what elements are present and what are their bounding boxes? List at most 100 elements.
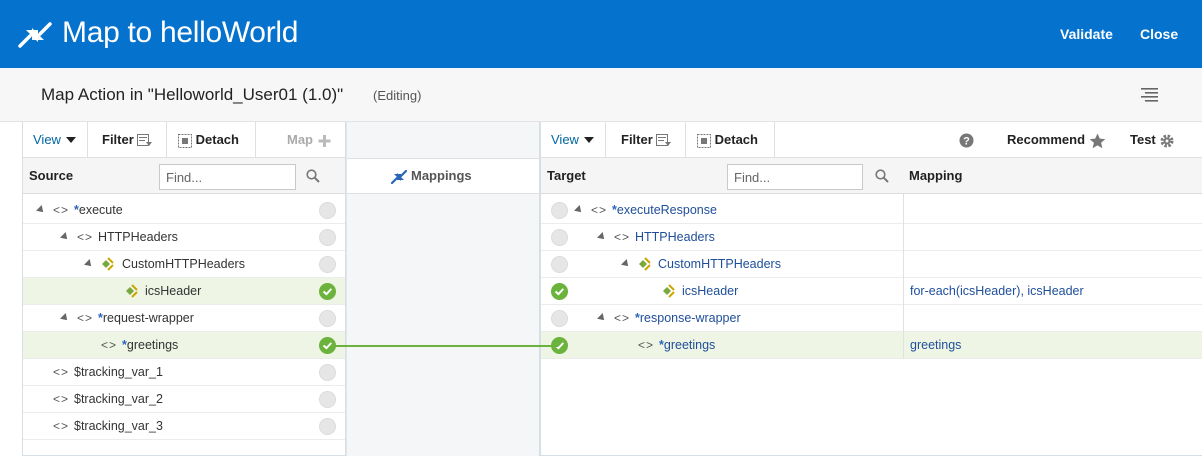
mappings-label: Mappings bbox=[411, 168, 472, 183]
unmapped-status-icon bbox=[319, 202, 336, 219]
unmapped-status-icon bbox=[319, 229, 336, 246]
chevron-down-icon bbox=[65, 137, 76, 143]
tree-row-executeresponse[interactable]: <> *executeResponse bbox=[541, 197, 1202, 224]
tree-row-label: CustomHTTPHeaders bbox=[122, 257, 245, 271]
tree-row-greetings[interactable]: <> *greetings greetings bbox=[541, 332, 1202, 359]
source-map-button[interactable]: Map bbox=[287, 122, 333, 158]
expand-triangle-icon[interactable] bbox=[36, 205, 46, 215]
element-tag-icon: <> bbox=[614, 230, 631, 244]
tree-row-httpheaders[interactable]: <> HTTPHeaders bbox=[23, 224, 345, 251]
expand-triangle-icon[interactable] bbox=[574, 205, 584, 215]
tree-row-label: greetings bbox=[663, 338, 716, 352]
mapped-check-icon bbox=[319, 283, 336, 300]
test-button[interactable]: Test bbox=[1130, 122, 1175, 158]
tree-row-label: executeResponse bbox=[616, 203, 717, 217]
mapping-cell[interactable]: for-each(icsHeader), icsHeader bbox=[903, 278, 1202, 305]
repeating-element-icon bbox=[663, 284, 675, 298]
target-find-input[interactable] bbox=[727, 164, 863, 190]
tree-row-tracking-var-1[interactable]: <> $tracking_var_1 bbox=[23, 359, 345, 386]
search-icon[interactable] bbox=[875, 169, 889, 183]
tree-row-label: CustomHTTPHeaders bbox=[658, 257, 781, 271]
filter-icon bbox=[137, 133, 153, 146]
map-label: Map bbox=[287, 132, 313, 147]
recommend-button[interactable]: Recommend bbox=[1007, 122, 1106, 158]
tree-row-tracking-var-3[interactable]: <> $tracking_var_3 bbox=[23, 413, 345, 440]
validate-button[interactable]: Validate bbox=[1060, 26, 1113, 42]
editing-status: (Editing) bbox=[373, 88, 422, 103]
detach-icon bbox=[178, 133, 192, 148]
page-title: Map to helloWorld bbox=[62, 16, 299, 49]
mappings-icon bbox=[391, 169, 407, 185]
tree-row-httpheaders[interactable]: <> HTTPHeaders bbox=[541, 224, 1202, 251]
expand-triangle-icon[interactable] bbox=[84, 259, 94, 269]
tree-row-label: $tracking_var_2 bbox=[74, 392, 163, 406]
element-tag-icon: <> bbox=[53, 365, 70, 379]
tree-row-response-wrapper[interactable]: <> *response-wrapper bbox=[541, 305, 1202, 332]
element-tag-icon: <> bbox=[614, 311, 631, 325]
target-detach-button[interactable]: Detach bbox=[697, 122, 758, 158]
unmapped-status-icon bbox=[551, 202, 568, 219]
unmapped-status-icon bbox=[319, 418, 336, 435]
search-icon[interactable] bbox=[306, 169, 320, 183]
tree-row-execute[interactable]: <> *execute bbox=[23, 197, 345, 224]
menu-icon[interactable] bbox=[1141, 87, 1158, 103]
unmapped-status-icon bbox=[319, 364, 336, 381]
unmapped-status-icon bbox=[551, 229, 568, 246]
expand-triangle-icon[interactable] bbox=[621, 259, 631, 269]
target-view-menu[interactable]: View bbox=[551, 122, 594, 158]
tree-row-greetings[interactable]: <> *greetings bbox=[23, 332, 345, 359]
mapping-cell[interactable]: greetings bbox=[903, 332, 1202, 359]
mapping-cell[interactable] bbox=[903, 197, 1202, 224]
detach-label: Detach bbox=[195, 132, 239, 147]
unmapped-status-icon bbox=[551, 256, 568, 273]
repeating-element-icon bbox=[102, 257, 114, 271]
target-tree: <> *executeResponse <> HTTPHeaders Custo… bbox=[541, 197, 1202, 359]
close-button[interactable]: Close bbox=[1140, 26, 1178, 42]
gear-icon bbox=[1160, 134, 1174, 148]
expand-triangle-icon[interactable] bbox=[597, 232, 607, 242]
unmapped-status-icon bbox=[319, 391, 336, 408]
tree-row-tracking-var-2[interactable]: <> $tracking_var_2 bbox=[23, 386, 345, 413]
mapping-cell[interactable] bbox=[903, 251, 1202, 278]
map-plus-icon bbox=[318, 134, 331, 147]
expand-triangle-icon[interactable] bbox=[60, 232, 70, 242]
tree-row-icsheader[interactable]: icsHeader bbox=[23, 278, 345, 305]
element-tag-icon: <> bbox=[591, 203, 608, 217]
tree-row-label: greetings bbox=[126, 338, 179, 352]
source-tree: <> *execute <> HTTPHeaders CustomHTTPHea… bbox=[23, 197, 345, 440]
source-toolbar: View Filter Detach Map bbox=[23, 122, 345, 158]
source-view-menu[interactable]: View bbox=[33, 122, 76, 158]
tree-row-label: response-wrapper bbox=[639, 311, 741, 325]
star-icon bbox=[1089, 133, 1105, 148]
help-icon[interactable]: ? bbox=[959, 133, 974, 148]
unmapped-status-icon bbox=[319, 256, 336, 273]
tree-row-label: $tracking_var_3 bbox=[74, 419, 163, 433]
mapping-cell[interactable] bbox=[903, 224, 1202, 251]
tree-row-customhttpheaders[interactable]: CustomHTTPHeaders bbox=[23, 251, 345, 278]
target-toolbar: View Filter Detach ? Recommend Test bbox=[541, 122, 1202, 158]
element-tag-icon: <> bbox=[53, 419, 70, 433]
repeating-element-icon bbox=[639, 257, 651, 271]
mappings-toolbar-spacer bbox=[347, 122, 539, 158]
view-label: View bbox=[33, 132, 61, 147]
view-label: View bbox=[551, 132, 579, 147]
tree-row-request-wrapper[interactable]: <> *request-wrapper bbox=[23, 305, 345, 332]
source-panel: View Filter Detach Map Source <> *execut… bbox=[22, 122, 346, 456]
expand-triangle-icon[interactable] bbox=[60, 313, 70, 323]
source-filter-button[interactable]: Filter bbox=[102, 122, 153, 158]
tree-row-icsheader[interactable]: icsHeader for-each(icsHeader), icsHeader bbox=[541, 278, 1202, 305]
mapping-cell[interactable] bbox=[903, 305, 1202, 332]
detach-icon bbox=[697, 133, 711, 148]
expand-triangle-icon[interactable] bbox=[597, 313, 607, 323]
map-action-title: Map Action in "Helloworld_User01 (1.0)" bbox=[41, 85, 344, 104]
element-tag-icon: <> bbox=[77, 230, 94, 244]
mappings-panel: Mappings bbox=[346, 122, 540, 456]
repeating-element-icon bbox=[126, 284, 138, 298]
element-tag-icon: <> bbox=[101, 338, 118, 352]
element-tag-icon: <> bbox=[77, 311, 94, 325]
source-detach-button[interactable]: Detach bbox=[178, 122, 239, 158]
source-find-input[interactable] bbox=[159, 164, 296, 190]
tree-row-customhttpheaders[interactable]: CustomHTTPHeaders bbox=[541, 251, 1202, 278]
target-filter-button[interactable]: Filter bbox=[621, 122, 672, 158]
target-column-header: Target Mapping bbox=[541, 158, 1202, 230]
